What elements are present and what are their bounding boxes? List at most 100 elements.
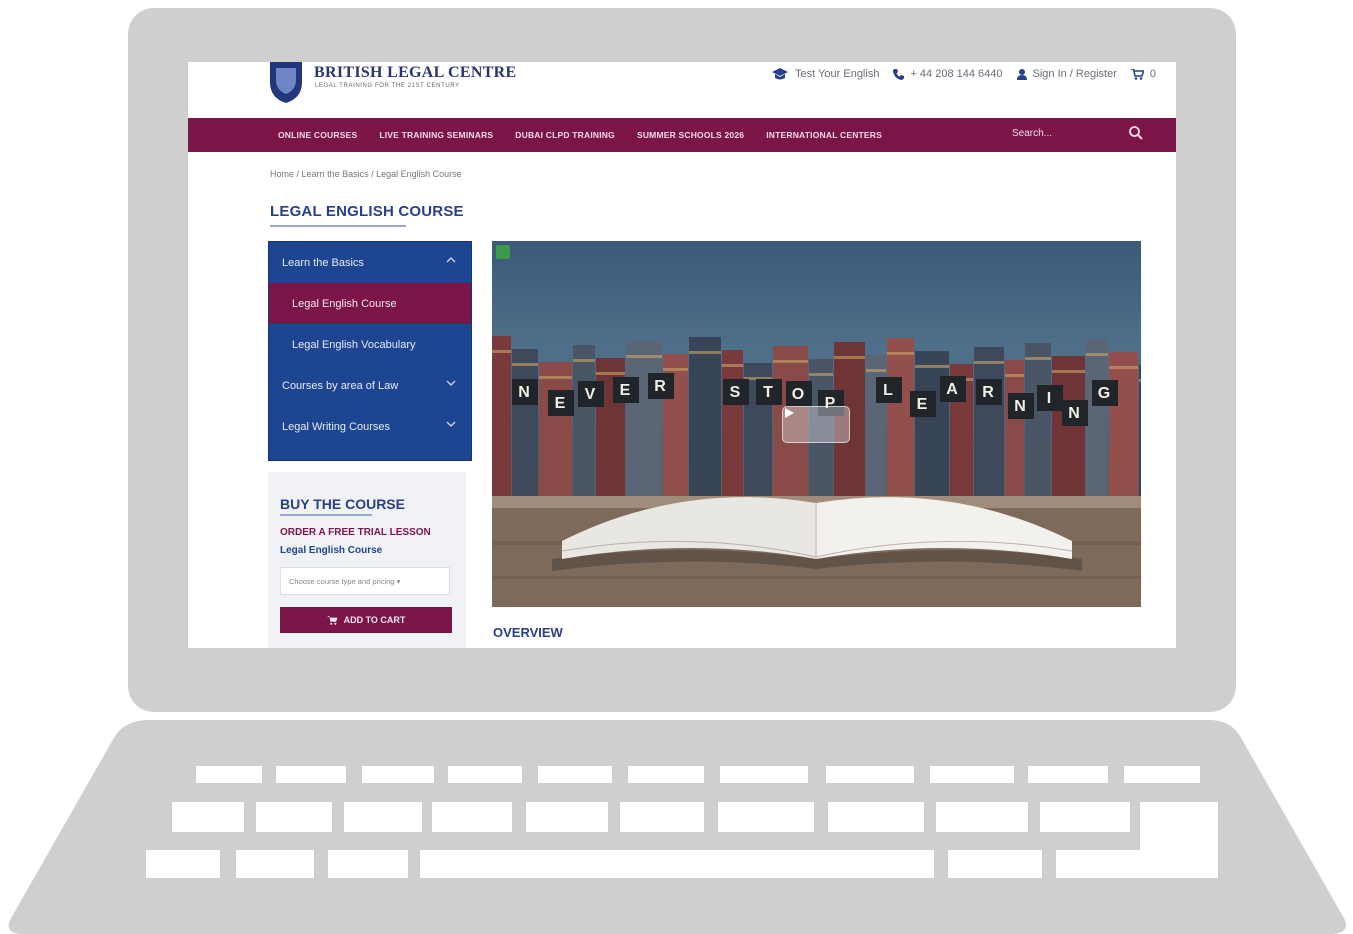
book-spine — [1109, 352, 1138, 501]
phone-link[interactable]: + 44 208 144 6440 — [893, 68, 1003, 80]
account-label: Sign In / Register — [1032, 68, 1117, 80]
book-band — [809, 373, 833, 376]
book-band — [512, 363, 538, 366]
main-nav: ONLINE COURSES LIVE TRAINING SEMINARS DU… — [188, 118, 1176, 152]
site-logo-tagline: LEGAL TRAINING FOR THE 21ST CENTURY — [315, 83, 460, 89]
book-band — [1025, 357, 1051, 360]
overview-heading: OVERVIEW — [493, 625, 563, 640]
user-icon — [1016, 68, 1027, 80]
book-band — [539, 376, 572, 379]
buy-course-box: BUY THE COURSE ORDER A FREE TRIAL LESSON… — [268, 472, 466, 648]
chevron-down-icon[interactable] — [445, 377, 457, 389]
laptop-keyboard-base — [0, 720, 1353, 934]
nav-dubai-clpd-training[interactable]: DUBAI CLPD TRAINING — [515, 130, 615, 140]
book-spine — [1025, 343, 1051, 501]
course-type-select[interactable]: Choose course type and pricing ▾ — [280, 567, 450, 595]
book-spine — [626, 341, 662, 501]
book-band — [834, 356, 865, 359]
sidebar-item-label: Courses by area of Law — [282, 379, 399, 392]
book-band — [1086, 353, 1108, 356]
site-header: BRITISH LEGAL CENTRE LEGAL TRAINING FOR … — [188, 62, 1176, 118]
play-icon — [785, 408, 794, 418]
breadcrumb-current: Legal English Course — [376, 169, 462, 179]
book-spine — [539, 362, 572, 501]
cart-count: 0 — [1149, 68, 1156, 80]
chevron-down-icon[interactable] — [445, 418, 457, 430]
buy-course-title: BUY THE COURSE — [280, 496, 405, 512]
book-letter: G — [1098, 385, 1110, 402]
sidebar-item-label: Legal English Vocabulary — [292, 338, 416, 351]
sidebar-item-legal-english-vocabulary[interactable]: Legal English Vocabulary — [269, 324, 471, 365]
book-letter: N — [1068, 405, 1080, 422]
site-logo-title[interactable]: BRITISH LEGAL CENTRE — [314, 64, 517, 82]
book-spine — [866, 355, 886, 501]
book-band — [1109, 366, 1138, 369]
book-letter: I — [1047, 390, 1051, 407]
book-letter: S — [730, 384, 741, 401]
nav-international-centers[interactable]: INTERNATIONAL CENTERS — [766, 130, 882, 140]
buy-title-underline — [280, 514, 372, 516]
book-spine — [492, 336, 511, 501]
book-letter: A — [946, 381, 958, 398]
book-letter: N — [1014, 398, 1026, 415]
book-band — [1005, 374, 1024, 377]
book-letter: E — [917, 396, 928, 413]
sidebar-item-legal-english-course[interactable]: Legal English Course — [269, 283, 471, 324]
media-badge-icon — [496, 245, 510, 259]
cart-icon — [1130, 68, 1144, 80]
free-trial-link[interactable]: ORDER A FREE TRIAL LESSON — [280, 527, 431, 538]
book-band — [974, 361, 1004, 364]
book-band — [626, 355, 662, 358]
shield-logo-icon[interactable] — [268, 62, 304, 104]
chevron-up-icon[interactable] — [445, 254, 457, 266]
book-band — [887, 352, 914, 355]
nav-live-training-seminars[interactable]: LIVE TRAINING SEMINARS — [379, 130, 493, 140]
sidebar-item-label: Legal English Course — [292, 297, 397, 310]
book-band — [1139, 379, 1141, 382]
search-input[interactable]: Search... — [1012, 128, 1052, 139]
book-band — [492, 350, 511, 353]
book-spine — [974, 347, 1004, 501]
search-icon[interactable] — [1128, 125, 1144, 141]
book-letter: R — [982, 384, 994, 401]
book-letter: E — [620, 382, 631, 399]
book-letter: T — [763, 384, 773, 401]
book-spine — [722, 350, 743, 501]
add-to-cart-label: ADD TO CART — [343, 615, 406, 625]
title-underline — [270, 225, 406, 227]
book-band — [915, 365, 949, 368]
nav-items: ONLINE COURSES LIVE TRAINING SEMINARS DU… — [278, 118, 882, 152]
account-link[interactable]: Sign In / Register — [1016, 68, 1117, 80]
book-spine — [689, 337, 721, 501]
page-title: LEGAL ENGLISH COURSE — [270, 203, 464, 220]
breadcrumb-learn-the-basics[interactable]: Learn the Basics — [302, 169, 369, 179]
book-band — [773, 360, 808, 363]
book-spine — [1139, 365, 1141, 501]
play-button[interactable] — [782, 406, 850, 443]
book-spine — [1086, 339, 1108, 501]
sidebar-item-courses-by-area-of-law[interactable]: Courses by area of Law — [269, 365, 471, 406]
test-english-link[interactable]: Test Your English — [771, 68, 879, 80]
sidebar-item-learn-the-basics[interactable]: Learn the Basics — [269, 242, 471, 283]
book-spine — [512, 349, 538, 501]
book-letter: N — [518, 384, 530, 401]
book-band — [1052, 370, 1085, 373]
sidebar-item-legal-writing-courses[interactable]: Legal Writing Courses — [269, 406, 471, 447]
breadcrumb: Home / Learn the Basics / Legal English … — [270, 169, 462, 179]
book-spine — [915, 351, 949, 501]
breadcrumb-home[interactable]: Home — [270, 169, 294, 179]
book-spine — [1052, 356, 1085, 501]
nav-online-courses[interactable]: ONLINE COURSES — [278, 130, 357, 140]
buy-course-name: Legal English Course — [280, 545, 383, 556]
cart-link[interactable]: 0 — [1130, 68, 1156, 80]
nav-summer-schools[interactable]: SUMMER SCHOOLS 2026 — [637, 130, 744, 140]
phone-number: + 44 208 144 6440 — [910, 68, 1003, 80]
phone-icon — [893, 68, 905, 80]
add-to-cart-button[interactable]: ADD TO CART — [280, 607, 452, 633]
graduation-cap-icon — [772, 68, 789, 80]
book-letter: R — [654, 378, 666, 395]
course-video[interactable]: NEVERSTOPLEARNING — [492, 241, 1141, 607]
sidebar-item-label: Legal Writing Courses — [282, 420, 391, 433]
book-letter: V — [585, 386, 596, 403]
book-band — [689, 351, 721, 354]
